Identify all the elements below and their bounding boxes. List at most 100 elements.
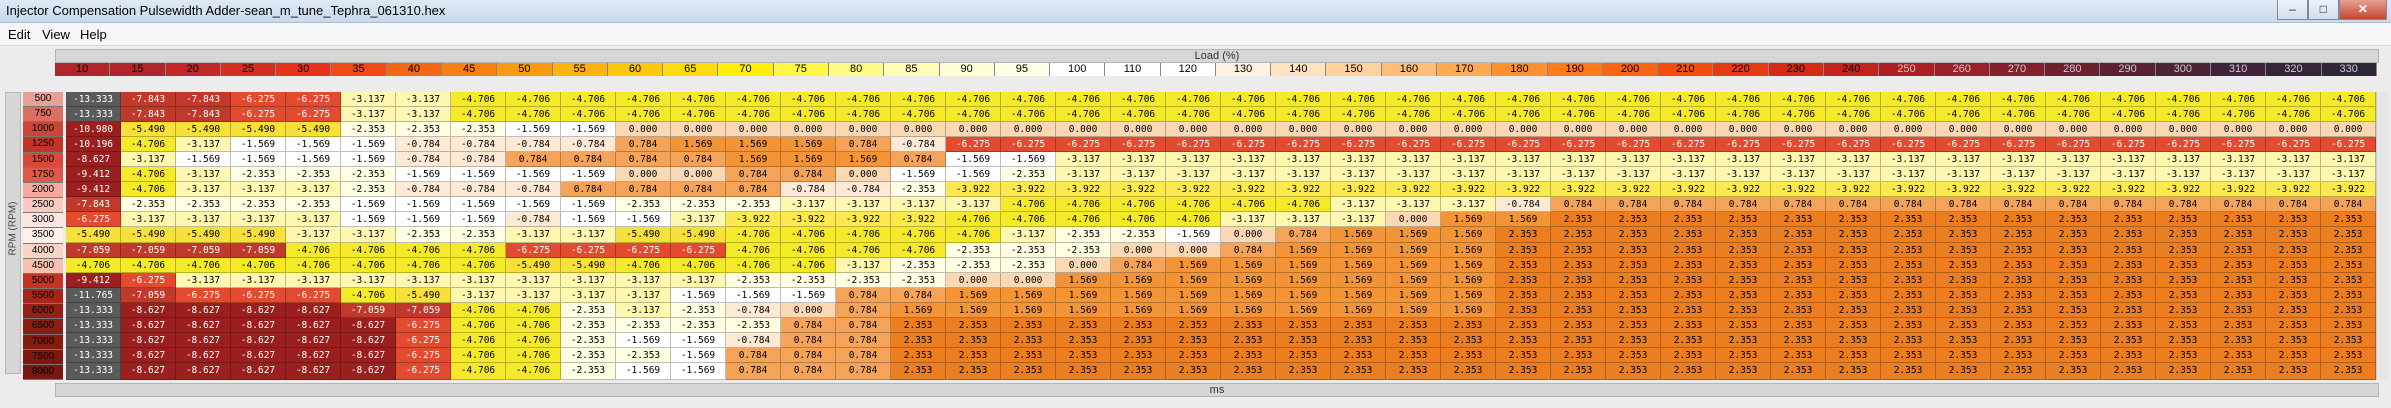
grid-cell[interactable]: -4.706 [2156,92,2211,108]
grid-cell[interactable]: 2.353 [1771,242,1826,258]
grid-cell[interactable]: -3.137 [671,272,726,288]
grid-cell[interactable]: 2.353 [1606,302,1661,318]
grid-cell[interactable]: -6.275 [1716,137,1771,153]
grid-cell[interactable]: 2.353 [1331,317,1386,333]
grid-cell[interactable]: -3.137 [176,272,231,288]
grid-cell[interactable]: 0.784 [836,362,891,380]
grid-cell[interactable]: -4.706 [1001,92,1056,108]
grid-cell[interactable]: 2.353 [1936,332,1991,348]
grid-cell[interactable]: 2.353 [2156,362,2211,380]
grid-cell[interactable]: 2.353 [2101,257,2156,273]
grid-cell[interactable]: 0.000 [1771,122,1826,138]
grid-cell[interactable]: -2.353 [616,347,671,363]
grid-cell[interactable]: -3.137 [1276,152,1331,168]
grid-cell[interactable]: -2.353 [451,122,506,138]
grid-cell[interactable]: -3.137 [341,272,396,288]
grid-cell[interactable]: 2.353 [1386,362,1441,380]
grid-cell[interactable]: -2.353 [671,302,726,318]
grid-cell[interactable]: -4.706 [1056,212,1111,228]
grid-cell[interactable]: 2.353 [1276,362,1331,380]
grid-cell[interactable]: -11.765 [66,287,121,303]
grid-cell[interactable]: 2.353 [1716,242,1771,258]
grid-cell[interactable]: 0.000 [1716,122,1771,138]
grid-cell[interactable]: -4.706 [1166,197,1221,213]
grid-cell[interactable]: -4.706 [1496,92,1551,108]
grid-cell[interactable]: 2.353 [891,362,946,380]
grid-cell[interactable]: -0.784 [396,137,451,153]
grid-cell[interactable]: -13.333 [66,302,121,318]
load-header-16[interactable]: 90 [939,63,995,76]
grid-cell[interactable]: 0.784 [781,317,836,333]
grid-cell[interactable]: -0.784 [781,182,836,198]
grid-cell[interactable]: -3.137 [1056,167,1111,183]
grid-cell[interactable]: -2.353 [891,182,946,198]
grid-cell[interactable]: 0.784 [836,332,891,348]
grid-cell[interactable]: 0.000 [1111,242,1166,258]
grid-cell[interactable]: 1.569 [1111,287,1166,303]
grid-cell[interactable]: 2.353 [1936,242,1991,258]
grid-cell[interactable]: 1.569 [1386,272,1441,288]
grid-cell[interactable]: -6.275 [396,347,451,363]
grid-cell[interactable]: 0.784 [781,167,836,183]
grid-cell[interactable]: -4.706 [561,92,616,108]
grid-cell[interactable]: -3.137 [1276,212,1331,228]
grid-cell[interactable]: 0.784 [836,287,891,303]
grid-cell[interactable]: 0.784 [1771,197,1826,213]
grid-cell[interactable]: 2.353 [2101,332,2156,348]
grid-cell[interactable]: 2.353 [1991,227,2046,243]
grid-cell[interactable]: -6.275 [1001,137,1056,153]
grid-cell[interactable]: 2.353 [1496,332,1551,348]
grid-cell[interactable]: 2.353 [1001,347,1056,363]
grid-cell[interactable]: -1.569 [341,137,396,153]
grid-cell[interactable]: -8.627 [231,347,286,363]
grid-cell[interactable]: 2.353 [1056,332,1111,348]
grid-cell[interactable]: -2.353 [1056,242,1111,258]
load-header-13[interactable]: 75 [773,63,829,76]
grid-cell[interactable]: 2.353 [2046,272,2101,288]
load-header-1[interactable]: 15 [110,63,166,76]
grid-cell[interactable]: -4.706 [506,317,561,333]
grid-cell[interactable]: -4.706 [2101,92,2156,108]
grid-cell[interactable]: -6.275 [1386,137,1441,153]
load-header-2[interactable]: 20 [165,63,221,76]
grid-cell[interactable]: -2.353 [176,197,231,213]
grid-cell[interactable]: 0.000 [1606,122,1661,138]
grid-cell[interactable]: -13.333 [66,107,121,123]
grid-cell[interactable]: 1.569 [1441,287,1496,303]
grid-cell[interactable]: -4.706 [946,227,1001,243]
grid-cell[interactable]: -4.706 [341,242,396,258]
grid-cell[interactable]: 0.784 [836,347,891,363]
grid-cell[interactable]: -5.490 [176,227,231,243]
load-header-17[interactable]: 95 [994,63,1051,76]
grid-cell[interactable]: 0.784 [1551,197,1606,213]
grid-cell[interactable]: 2.353 [1496,317,1551,333]
grid-cell[interactable]: 2.353 [1496,287,1551,303]
grid-cell[interactable]: -4.706 [1166,92,1221,108]
grid-cell[interactable]: 2.353 [2046,212,2101,228]
grid-cell[interactable]: 2.353 [1991,362,2046,380]
grid-cell[interactable]: 0.000 [671,167,726,183]
grid-cell[interactable]: -2.353 [891,257,946,273]
grid-cell[interactable]: -3.137 [1716,152,1771,168]
grid-cell[interactable]: -4.706 [726,227,781,243]
grid-cell[interactable]: -3.922 [2101,182,2156,198]
grid-cell[interactable]: -3.137 [1441,167,1496,183]
grid-cell[interactable]: -10.980 [66,122,121,138]
grid-cell[interactable]: 1.569 [1386,242,1441,258]
grid-cell[interactable]: 2.353 [1661,212,1716,228]
grid-cell[interactable]: 0.784 [1606,197,1661,213]
grid-cell[interactable]: -0.784 [451,152,506,168]
grid-cell[interactable]: -3.137 [1496,152,1551,168]
grid-cell[interactable]: 0.784 [616,182,671,198]
grid-cell[interactable]: -3.137 [1826,152,1881,168]
grid-cell[interactable]: -3.137 [451,272,506,288]
grid-cell[interactable]: 1.569 [1276,257,1331,273]
grid-cell[interactable]: -8.627 [286,302,341,318]
grid-cell[interactable]: 0.000 [1661,122,1716,138]
grid-cell[interactable]: -3.137 [1771,152,1826,168]
grid-cell[interactable]: 1.569 [1221,287,1276,303]
grid-cell[interactable]: 2.353 [1661,332,1716,348]
grid-cell[interactable]: -3.137 [1386,197,1441,213]
grid-cell[interactable]: 2.353 [1386,347,1441,363]
grid-cell[interactable]: -1.569 [231,137,286,153]
